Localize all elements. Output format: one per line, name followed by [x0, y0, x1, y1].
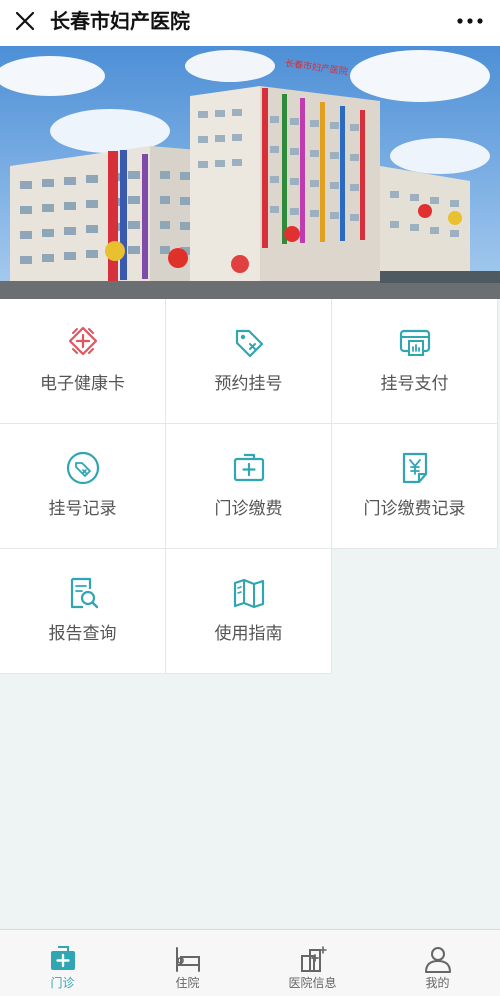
hospital-banner: 长春市妇产医院 — [0, 46, 500, 299]
menu-item-label: 使用指南 — [214, 624, 283, 644]
menu-item-label: 报告查询 — [48, 624, 117, 644]
menu-item-registration-pay[interactable]: 挂号支付 — [332, 299, 498, 424]
close-button[interactable] — [10, 6, 40, 36]
menu-item-report-search[interactable]: 报告查询 — [0, 549, 166, 674]
top-bar: 长春市妇产医院 — [0, 0, 500, 46]
appointment-tag-icon — [235, 329, 263, 358]
menu-item-label: 预约挂号 — [214, 374, 283, 394]
menu-item-label: 挂号支付 — [380, 374, 449, 394]
menu-item-label: 门诊缴费记录 — [363, 499, 466, 519]
menu-item-guide[interactable]: 使用指南 — [166, 549, 332, 674]
payment-record-icon — [402, 452, 427, 484]
menu-item-registration-record[interactable]: 挂号记录 — [0, 424, 166, 549]
menu-item-health-card[interactable]: 电子健康卡 — [0, 299, 166, 424]
tab-mine[interactable]: 我的 — [375, 930, 500, 996]
outpatient-payment-icon — [233, 453, 264, 482]
report-search-icon — [70, 577, 98, 609]
tab-inpatient[interactable]: 住院 — [125, 930, 250, 996]
menu-item-label: 挂号记录 — [48, 499, 117, 519]
bottom-tab-bar: 门诊 住院 医院信息 我的 — [0, 929, 500, 996]
menu-item-appointment[interactable]: 预约挂号 — [166, 299, 332, 424]
hospital-bed-icon — [175, 947, 200, 972]
guide-map-icon — [233, 578, 264, 609]
health-card-icon — [68, 326, 97, 356]
tab-label: 门诊 — [50, 976, 75, 990]
tab-label: 我的 — [425, 976, 450, 990]
hospital-building-image: 长春市妇产医院 — [0, 46, 500, 299]
menu-item-label: 门诊缴费 — [214, 499, 283, 519]
menu-item-outpatient-payment[interactable]: 门诊缴费 — [166, 424, 332, 549]
tab-label: 医院信息 — [288, 976, 337, 990]
tab-label: 住院 — [175, 976, 200, 990]
menu-item-payment-record[interactable]: 门诊缴费记录 — [332, 424, 498, 549]
more-button[interactable] — [450, 6, 490, 36]
tab-outpatient[interactable]: 门诊 — [0, 930, 125, 996]
menu-item-label: 电子健康卡 — [40, 374, 125, 394]
registration-pay-icon — [399, 329, 430, 356]
registration-record-icon — [66, 451, 99, 485]
outpatient-icon — [50, 946, 75, 970]
tab-hospital-info[interactable]: 医院信息 — [250, 930, 375, 996]
hospital-info-icon — [300, 946, 327, 972]
close-icon — [15, 11, 35, 31]
more-dots-icon — [457, 18, 483, 24]
page-title: 长春市妇产医院 — [50, 9, 190, 33]
user-icon — [424, 947, 451, 973]
